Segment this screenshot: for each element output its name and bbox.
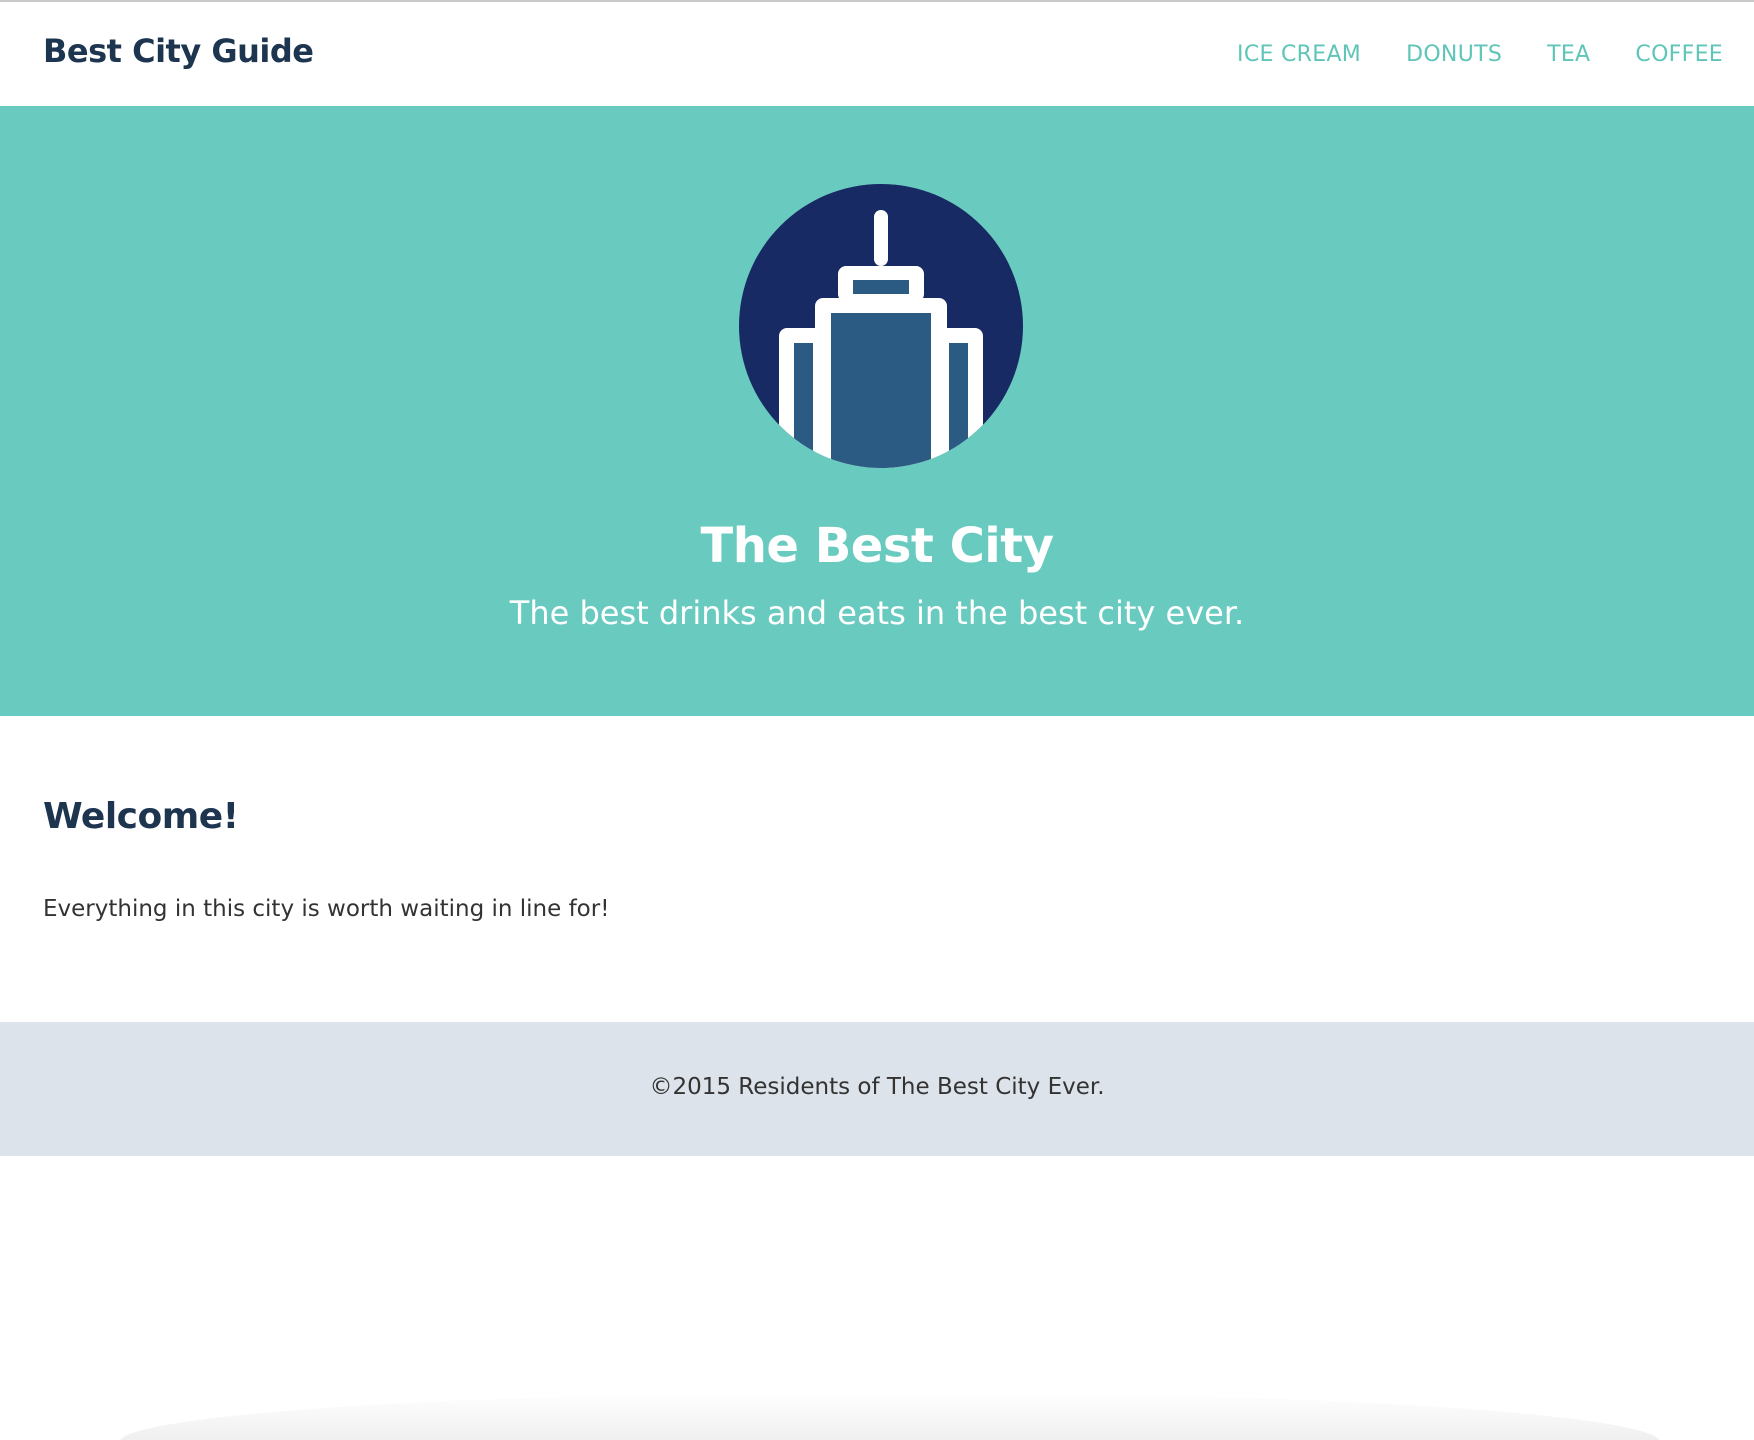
navbar: Best City Guide ICE CREAM DONUTS TEA COF… [0,2,1754,106]
main-content: Welcome! Everything in this city is wort… [0,716,1754,1022]
footer-copyright: ©2015 Residents of The Best City Ever. [649,1074,1105,1100]
nav-link-donuts[interactable]: DONUTS [1406,42,1502,67]
brand-link[interactable]: Best City Guide [43,32,314,70]
welcome-text: Everything in this city is worth waiting… [43,896,610,922]
hero-banner: The Best City The best drinks and eats i… [0,106,1754,716]
nav-link-ice-cream[interactable]: ICE CREAM [1237,42,1361,67]
hero-title: The Best City [700,518,1054,574]
window-bottom-shadow [120,1392,1660,1440]
nav-link-coffee[interactable]: COFFEE [1635,42,1723,67]
footer: ©2015 Residents of The Best City Ever. [0,1022,1754,1156]
skyscraper-icon [739,184,1023,468]
main-nav: ICE CREAM DONUTS TEA COFFEE [1237,42,1723,67]
nav-link-tea[interactable]: TEA [1547,42,1590,67]
welcome-heading: Welcome! [43,796,239,837]
hero-subtitle: The best drinks and eats in the best cit… [509,594,1245,632]
page: Best City Guide ICE CREAM DONUTS TEA COF… [0,0,1754,1440]
